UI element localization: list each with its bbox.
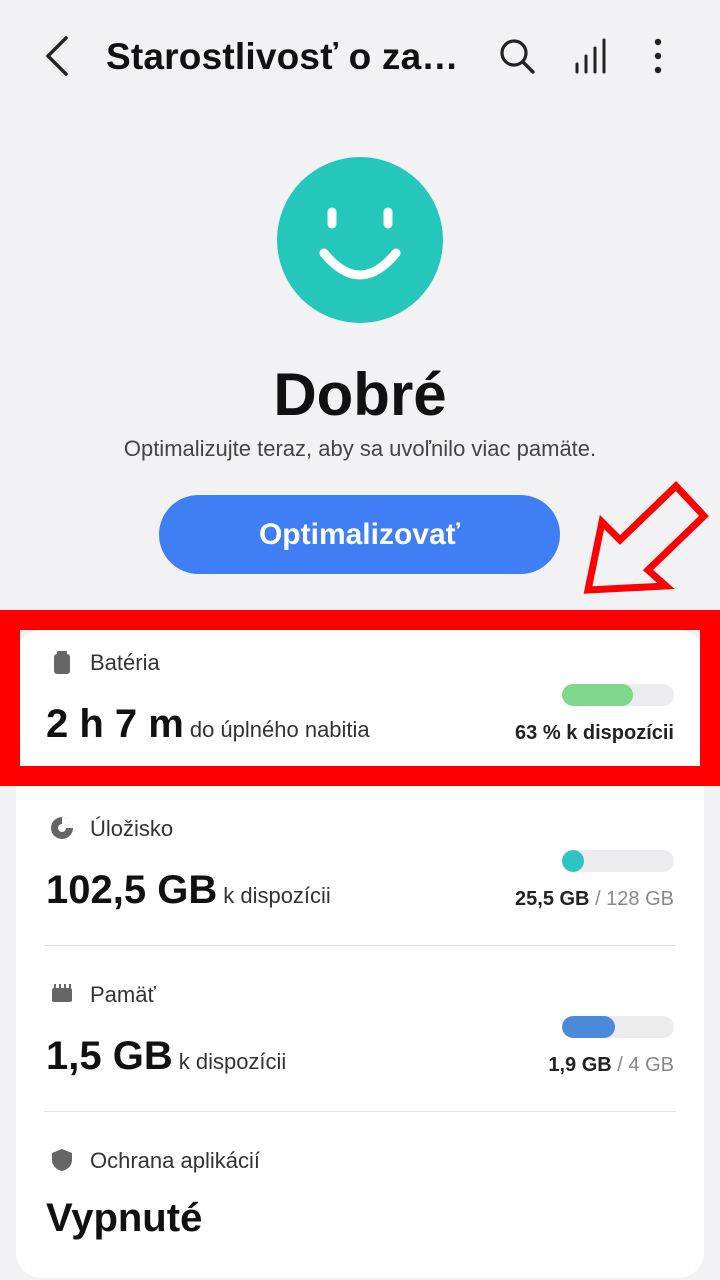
memory-bar-fill xyxy=(562,1016,615,1038)
divider xyxy=(44,1111,676,1112)
storage-value: 102,5 GB k dispozícii xyxy=(46,868,331,913)
memory-bar xyxy=(562,1016,674,1038)
top-app-bar: Starostlivosť o zari… xyxy=(0,0,720,112)
annotation-arrow-icon xyxy=(583,481,709,594)
app-protection-label: Ochrana aplikácií xyxy=(90,1148,260,1173)
more-options-button[interactable] xyxy=(642,36,674,76)
smiley-face-icon xyxy=(277,157,443,323)
storage-usage: 25,5 GB / 128 GB xyxy=(515,888,674,911)
storage-label: Úložisko xyxy=(90,816,174,841)
search-icon xyxy=(500,39,535,74)
memory-chip-icon xyxy=(52,984,72,1002)
back-button[interactable] xyxy=(38,34,78,78)
shield-icon xyxy=(52,1149,72,1171)
search-button[interactable] xyxy=(496,36,538,78)
bars-icon xyxy=(575,38,606,74)
optimize-button[interactable]: Optimalizovať xyxy=(159,495,560,574)
battery-time: 2 h 7 m xyxy=(46,702,184,746)
memory-row[interactable]: Pamäť 1,5 GB k dispozícii 1,9 GB / 4 GB xyxy=(16,962,704,1128)
storage-total: / 128 GB xyxy=(595,888,674,910)
storage-row[interactable]: Úložisko 102,5 GB k dispozícii 25,5 GB / … xyxy=(16,796,704,962)
battery-bar-fill xyxy=(562,684,633,706)
storage-free: 102,5 GB xyxy=(46,868,218,912)
memory-free: 1,5 GB xyxy=(46,1034,173,1078)
battery-row[interactable]: Batéria 2 h 7 m do úplného nabitia 63 % k… xyxy=(16,630,704,796)
divider xyxy=(44,945,676,946)
more-vertical-icon xyxy=(654,38,662,74)
storage-pie-icon xyxy=(51,817,73,839)
device-care-card: Batéria 2 h 7 m do úplného nabitia 63 % k… xyxy=(16,630,704,1278)
app-protection-row[interactable]: Ochrana aplikácií Vypnuté xyxy=(16,1128,704,1280)
back-arrow-icon xyxy=(46,36,68,76)
page-title: Starostlivosť o zari… xyxy=(106,36,466,77)
status-title: Dobré xyxy=(273,361,447,428)
storage-bar xyxy=(562,850,674,872)
battery-suffix: do úplného nabitia xyxy=(189,717,370,742)
memory-usage: 1,9 GB / 4 GB xyxy=(548,1054,674,1077)
diagnostics-button[interactable] xyxy=(573,36,609,76)
storage-used: 25,5 GB xyxy=(515,888,590,910)
app-protection-value: Vypnuté xyxy=(46,1196,202,1241)
battery-value: 2 h 7 m do úplného nabitia xyxy=(46,702,370,747)
memory-used: 1,9 GB xyxy=(548,1054,612,1076)
app-protection-state: Vypnuté xyxy=(46,1196,203,1240)
memory-suffix: k dispozícii xyxy=(178,1049,287,1074)
memory-label: Pamäť xyxy=(90,982,156,1007)
battery-bar xyxy=(562,684,674,706)
battery-icon xyxy=(54,651,70,674)
memory-total: / 4 GB xyxy=(617,1054,674,1076)
battery-available: 63 % k dispozícii xyxy=(515,722,674,744)
storage-suffix: k dispozícii xyxy=(223,883,331,908)
storage-bar-fill xyxy=(562,850,585,872)
battery-label: Batéria xyxy=(90,650,160,675)
status-subtitle: Optimalizujte teraz, aby sa uvoľnilo via… xyxy=(123,436,597,461)
memory-value: 1,5 GB k dispozícii xyxy=(46,1034,286,1079)
